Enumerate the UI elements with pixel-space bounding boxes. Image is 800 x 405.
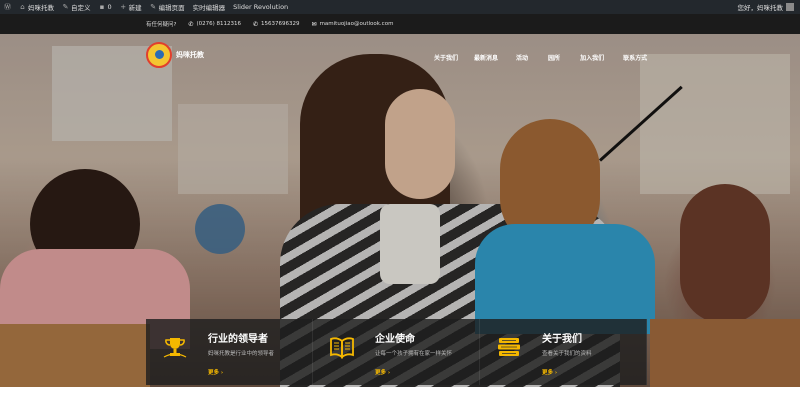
my-account-menu[interactable]: 您好，妈咪托教	[737, 2, 794, 12]
feature-more-link[interactable]: 更多 ›	[542, 368, 557, 376]
email-link[interactable]: ✉ mamituojiao@outlook.com	[312, 21, 394, 28]
feature-boxes: 行业的领导者 妈咪托教是行业中的领导者 更多 › 企业使命 让每一个孩子拥有在家…	[146, 319, 647, 385]
feature-title: 行业的领导者	[208, 334, 268, 345]
hero-window-right	[640, 54, 790, 194]
hero-desk-right	[650, 319, 800, 387]
feature-title: 企业使命	[375, 334, 415, 345]
live-editor-label: 实时编辑器	[192, 4, 226, 12]
trophy-icon	[163, 338, 187, 358]
mobile-icon: ✆	[253, 20, 259, 28]
greeting-text: 您好，妈咪托教	[737, 4, 784, 12]
edit-page-link[interactable]: ✎ 编辑页面	[150, 2, 185, 12]
hero-boy-right	[680, 184, 770, 324]
feature-title: 关于我们	[542, 334, 582, 345]
phone-number: (0276) 8112316	[196, 21, 241, 27]
logo-mascot-icon	[146, 42, 172, 68]
contact-info-bar: 有任何疑问? ✆ (0276) 8112316 ✆ 15637696329 ✉ …	[0, 14, 800, 34]
site-logo[interactable]: 妈咪托教	[146, 42, 204, 68]
new-content-label: 新建	[128, 4, 142, 12]
email-address: mamituojiao@outlook.com	[319, 21, 394, 27]
feature-more-link[interactable]: 更多 ›	[208, 368, 223, 376]
feature-mission[interactable]: 企业使命 让每一个孩子拥有在家一样关怀 更多 ›	[313, 319, 480, 385]
page-content-start	[0, 387, 800, 405]
logo-text: 妈咪托教	[176, 51, 204, 59]
comments-count: 0	[107, 3, 112, 11]
email-icon: ✉	[311, 20, 317, 28]
phone-icon: ✆	[188, 20, 194, 28]
hero-board	[178, 104, 288, 194]
hero-globe	[195, 204, 245, 254]
hero-pencil	[598, 85, 683, 162]
question-text: 有任何疑问?	[146, 20, 176, 28]
nav-item-campus[interactable]: 园所	[548, 53, 560, 62]
site-name-label: 妈咪托教	[28, 4, 54, 12]
wordpress-menu[interactable]: Ⓦ	[4, 2, 11, 11]
feature-leader[interactable]: 行业的领导者 妈咪托教是行业中的领导者 更多 ›	[146, 319, 313, 385]
feature-more-link[interactable]: 更多 ›	[375, 368, 390, 376]
wp-admin-bar: Ⓦ ⌂ 妈咪托教 ✎ 自定义 ▪ 0 + 新建 ✎ 编辑页面 实时编辑器 Sli…	[0, 0, 800, 14]
customize-label: 自定义	[71, 4, 91, 12]
hero-girl-left-hair	[30, 169, 140, 279]
hero-girl-blue-hair	[500, 119, 600, 249]
feature-desc: 让每一个孩子拥有在家一样关怀	[375, 351, 453, 357]
live-editor-link[interactable]: 实时编辑器	[193, 2, 226, 12]
nav-item-join[interactable]: 加入我们	[580, 53, 604, 62]
hero-desk-left	[0, 324, 150, 387]
book-icon	[330, 337, 354, 359]
phone-link[interactable]: ✆ (0276) 8112316	[188, 21, 241, 28]
wordpress-icon: Ⓦ	[4, 2, 11, 11]
brush-icon: ✎	[62, 2, 69, 11]
slider-revolution-label: Slider Revolution	[233, 3, 289, 11]
avatar	[786, 3, 794, 11]
comments-link[interactable]: ▪ 0	[99, 3, 112, 11]
edit-page-label: 编辑页面	[158, 4, 185, 12]
pencil-icon: ✎	[150, 2, 157, 11]
nav-item-events[interactable]: 活动	[516, 53, 528, 62]
hero-girl-blue-body	[475, 224, 655, 334]
feature-about[interactable]: 关于我们 查看关于我们的资料 更多 ›	[480, 319, 647, 385]
nav-item-contact[interactable]: 联系方式	[623, 53, 647, 62]
feature-desc: 查看关于我们的资料	[542, 351, 592, 357]
new-content-link[interactable]: + 新建	[120, 2, 142, 12]
hero-girl-face	[385, 89, 455, 199]
nav-item-about[interactable]: 关于我们	[434, 53, 458, 62]
hero-girl-hair	[300, 54, 450, 264]
main-nav: 关于我们 最新消息 活动 园所 加入我们 联系方式	[434, 53, 647, 62]
slider-revolution-link[interactable]: Slider Revolution	[233, 3, 288, 11]
home-icon: ⌂	[20, 2, 25, 11]
feature-desc: 妈咪托教是行业中的领导者	[208, 351, 275, 357]
nav-item-news[interactable]: 最新消息	[474, 53, 498, 62]
question-label: 有任何疑问?	[146, 22, 177, 28]
plus-icon: +	[120, 2, 127, 11]
hero-girl-collar	[380, 204, 440, 284]
books-stack-icon	[498, 338, 520, 356]
mobile-number: 15637696329	[261, 21, 300, 27]
site-name-link[interactable]: ⌂ 妈咪托教	[19, 2, 54, 12]
mobile-link[interactable]: ✆ 15637696329	[253, 21, 300, 28]
comment-icon: ▪	[99, 2, 105, 11]
customize-link[interactable]: ✎ 自定义	[62, 2, 91, 12]
